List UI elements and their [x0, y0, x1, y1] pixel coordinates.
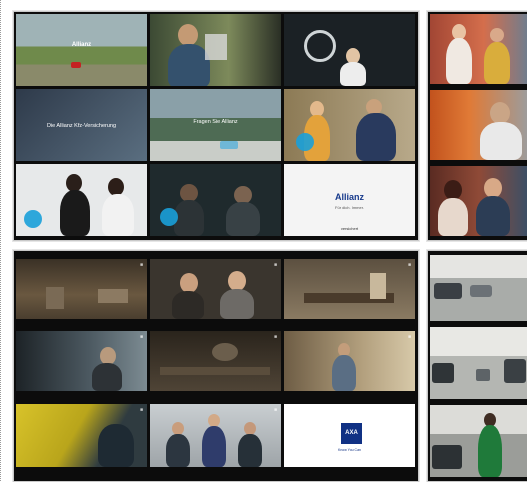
- frame-man-glasses: [430, 90, 527, 160]
- watermark: ■: [139, 334, 143, 340]
- frame-title-card: Die Allianz Kfz-Versicherung: [16, 89, 147, 161]
- axa-logo: AXA: [341, 423, 362, 444]
- allianz-logo: Allianz: [334, 192, 364, 202]
- frame-lake: Fragen Sie Allianz: [150, 89, 281, 161]
- frame-garage-wide: [430, 255, 527, 321]
- watermark: ■: [139, 262, 143, 268]
- frame-dining-room: ■: [284, 259, 415, 319]
- frame-consultation: [16, 164, 147, 236]
- allianz-tagline: Für dich. Immer.: [335, 205, 364, 210]
- frame-farmer-child: [284, 89, 415, 161]
- frame-woman-window: ■: [284, 331, 415, 391]
- chat-bubble-icon: [296, 133, 314, 151]
- frame-two-men-close: ■: [150, 259, 281, 319]
- frame-workshop: ■: [150, 331, 281, 391]
- storyboard-allianz: Allianz Die Allianz Kfz-Versicherung Fra…: [13, 11, 419, 241]
- watermark: ■: [273, 407, 277, 413]
- watermark: ■: [273, 334, 277, 340]
- frame-villa-interior: ■: [16, 259, 147, 319]
- frame-family-car: [150, 164, 281, 236]
- frame-garage-center: [430, 327, 527, 399]
- frame-woman-in-car: ■: [16, 331, 147, 391]
- watermark: ■: [273, 262, 277, 268]
- frame-car-interior: [284, 14, 415, 86]
- watermark: ■: [407, 262, 411, 268]
- frame-caption: Allianz: [71, 42, 92, 48]
- allianz-url: versichert: [340, 226, 359, 231]
- frame-couple: [430, 166, 527, 236]
- watermark: ■: [139, 407, 143, 413]
- watermark: ■: [407, 334, 411, 340]
- chat-bubble-icon: [160, 208, 178, 226]
- axa-end-card: AXA Know You Can: [284, 404, 415, 467]
- frame-caption: Die Allianz Kfz-Versicherung: [46, 123, 117, 129]
- page-edge-dotted: [0, 0, 2, 481]
- frame-office-meeting: ■: [150, 404, 281, 467]
- frame-road: Allianz: [16, 14, 147, 86]
- frame-driver-woman: [150, 14, 281, 86]
- chat-bubble-icon: [24, 210, 42, 228]
- frame-caption: Fragen Sie Allianz: [193, 119, 238, 125]
- storyboard-axa: ■ ■ ■ ■ ■ ■ ■ ■ AXA Know You Can: [13, 250, 419, 482]
- frame-man-green-suit: [430, 405, 527, 477]
- storyboard-partial-top: [427, 11, 527, 241]
- frame-yellow-car: ■: [16, 404, 147, 467]
- allianz-end-card: Allianz Für dich. Immer. versichert: [284, 164, 415, 236]
- storyboard-partial-bottom: [427, 250, 527, 482]
- axa-tagline: Know You Can: [338, 448, 361, 452]
- frame-girls-outdoor: [430, 14, 527, 84]
